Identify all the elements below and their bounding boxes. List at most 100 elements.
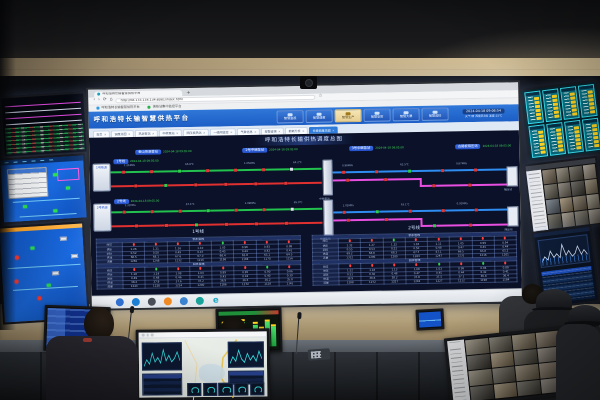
valve-icon — [134, 184, 137, 187]
tab-close-icon[interactable]: × — [152, 132, 155, 135]
tab-close-icon[interactable]: × — [278, 130, 281, 133]
station-badge-chip[interactable]: 3号中继泵站 — [349, 146, 374, 152]
pressure-isolation-box — [507, 166, 518, 186]
home-icon[interactable]: ⌂ — [110, 99, 113, 104]
diagram-title: 呼和浩特长输供热调度总图 — [253, 135, 355, 145]
camera-tile — [515, 364, 539, 381]
tab-close-icon[interactable]: × — [176, 132, 179, 135]
nav-button[interactable]: 智慧巡检 — [421, 108, 448, 121]
connector-line — [20, 213, 77, 217]
camera-tile — [468, 369, 492, 386]
status-dot — [393, 239, 395, 241]
valve-icon — [225, 223, 228, 226]
table-cell: 1257 — [383, 280, 405, 285]
nav-button[interactable]: 智慧安防 — [364, 109, 391, 122]
taskbar-icon-start[interactable] — [116, 298, 124, 306]
energy-bar — [535, 104, 540, 108]
energy-panel — [578, 84, 598, 118]
valve-icon — [384, 178, 387, 181]
station-badge-chip[interactable]: 古路板隔压站 — [455, 144, 481, 150]
desk-monitor-small — [415, 308, 444, 330]
valve-icon — [343, 210, 346, 213]
taskbar-icon-browser[interactable] — [132, 298, 140, 306]
valve-icon — [385, 218, 388, 221]
station-badge-chip[interactable]: 2号中继泵站 — [243, 148, 268, 154]
desk-monitor-map-dashboard — [136, 328, 271, 400]
table-cell: 1212 — [450, 279, 472, 284]
operator-seated-body — [46, 336, 138, 400]
tab-close-icon[interactable]: × — [230, 131, 233, 134]
pipe-value-label: 65.0℃ — [294, 202, 303, 205]
map-chart-panel-2 — [228, 341, 264, 367]
nav-button[interactable]: 智慧大屏 — [392, 108, 419, 121]
nav-button[interactable]: 智慧生产 — [335, 109, 362, 122]
forward-icon[interactable]: › — [98, 99, 100, 104]
energy-bar — [587, 90, 592, 94]
energy-bar — [592, 127, 597, 131]
energy-bar — [575, 134, 580, 138]
gauge-tile-row — [187, 382, 264, 396]
weather-text: 天气:晴 西南风3级 温度:15℃ — [465, 115, 502, 118]
station-badge-chip[interactable]: 金山热源首站 — [135, 150, 161, 156]
tab-close-icon[interactable]: × — [128, 133, 131, 136]
tab-close-icon[interactable]: × — [104, 133, 107, 136]
energy-panel — [582, 118, 600, 152]
bookmark-item[interactable]: 呼和浩特长输智慧供热平台 — [96, 106, 139, 110]
status-dot — [349, 265, 351, 267]
valve-icon — [342, 170, 345, 173]
microphone-head — [297, 312, 301, 319]
nav-button-label: 智慧安防 — [371, 116, 383, 119]
return-pipe — [111, 222, 322, 227]
station-badge-row: 金山热源首站2024-04-18 09:05:002号中继泵站2024-04-1… — [135, 143, 511, 155]
scada-content: 呼和浩特长输供热调度总图 金山热源首站2024-04-18 09:05:002号… — [89, 130, 522, 295]
row-label: 流量 — [97, 285, 123, 290]
taskbar-icon-files[interactable] — [148, 298, 156, 306]
energy-bar — [554, 114, 559, 118]
status-dot — [437, 238, 439, 240]
tab-close-icon[interactable]: × — [203, 131, 206, 134]
valve-icon — [234, 168, 237, 171]
status-dot — [438, 263, 440, 265]
wall-screen-cctv — [523, 156, 600, 231]
energy-bar — [540, 150, 545, 154]
window-dot — [151, 334, 154, 337]
equipment-indicator — [23, 205, 27, 208]
taskbar-icon-ie[interactable]: e — [212, 297, 220, 305]
status-dot — [177, 268, 179, 270]
taskbar-icon-firefox[interactable] — [164, 297, 172, 305]
back-icon[interactable]: ‹ — [93, 99, 95, 104]
energy-bar — [552, 94, 557, 98]
camera-tile — [512, 333, 536, 350]
data-tile — [71, 254, 78, 258]
pipe-value-label: 64.2℃ — [293, 162, 302, 165]
camera-tile — [542, 169, 556, 184]
browser-tab-title: 呼和浩特长输智慧供热平台 — [102, 92, 140, 96]
bookmark-item[interactable]: 换热站集中监控平台 — [148, 106, 182, 110]
pipe-value-label: 1.31MPa — [125, 205, 136, 208]
tab-close-icon[interactable]: × — [332, 129, 335, 132]
camera-tile — [470, 384, 494, 400]
bookmark-star-icon[interactable]: ☆ — [319, 95, 323, 100]
table-cell: 1288 — [339, 281, 361, 286]
valve-icon — [224, 183, 227, 186]
highlight-box — [57, 168, 80, 181]
jacket-collar — [83, 338, 92, 342]
tab-close-icon[interactable]: × — [254, 130, 257, 133]
valve-icon — [432, 184, 435, 187]
camera-tile — [489, 336, 513, 353]
taskbar-icon-chrome[interactable] — [180, 297, 188, 305]
nav-button[interactable]: 智慧监视 — [277, 110, 304, 123]
table-cell: 1172 — [234, 282, 256, 287]
nav-button[interactable]: 智慧调度 — [306, 110, 333, 123]
taskbar-icon-app[interactable] — [196, 297, 204, 305]
pipe-value-label: 67.4℃ — [186, 204, 195, 207]
tab-close-icon[interactable]: × — [302, 129, 305, 132]
pipe-line — [6, 114, 82, 120]
valve-icon — [178, 169, 181, 172]
end-label: 隔压站 — [504, 188, 512, 191]
refresh-icon[interactable]: ⟳ — [103, 99, 107, 104]
camera-tile — [574, 210, 588, 225]
data-table: 供水管线阀位供压1.261.211.161.101.050.990.930.88… — [96, 235, 302, 290]
valve-icon — [165, 224, 168, 227]
energy-panel — [542, 88, 562, 122]
